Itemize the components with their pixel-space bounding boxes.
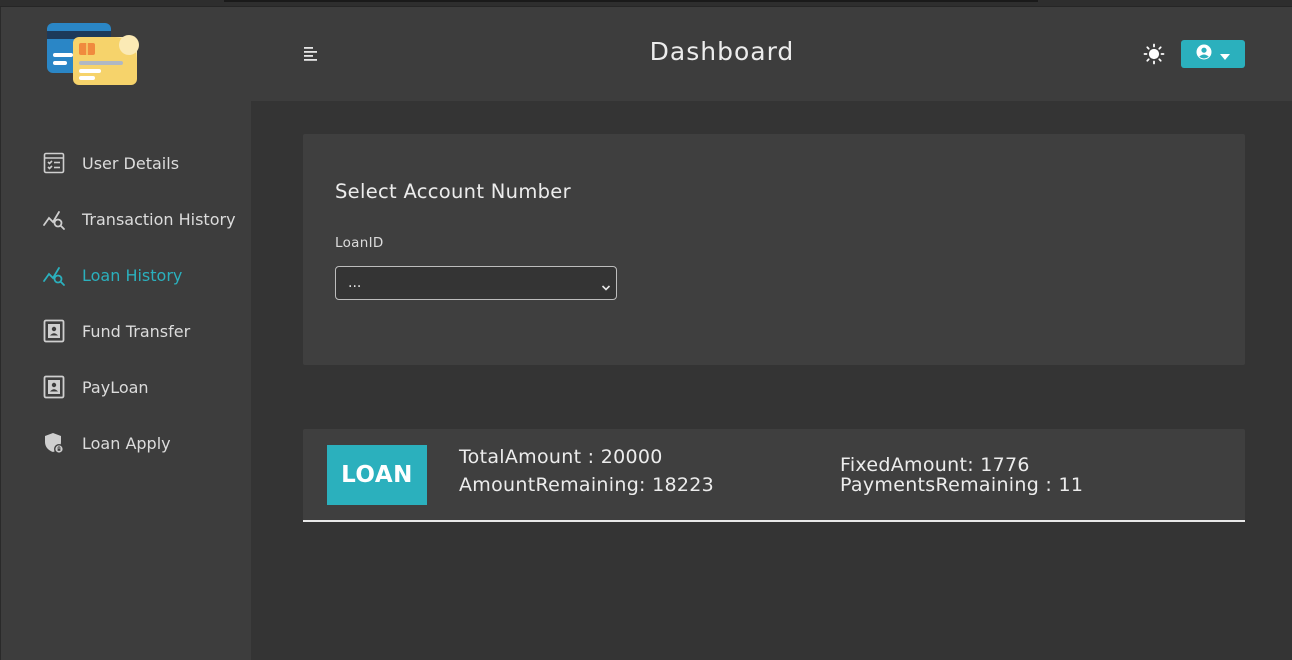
sidebar-item-transaction-history[interactable]: Transaction History — [1, 191, 252, 247]
loanid-label: LoanID — [335, 235, 384, 251]
fixed-amount: FixedAmount: 1776 — [840, 454, 1030, 476]
sidebar-item-loan-apply[interactable]: Loan Apply — [1, 415, 252, 471]
chevron-down-icon — [601, 278, 611, 297]
card-title: Select Account Number — [335, 180, 571, 203]
loanid-select[interactable]: ... — [335, 266, 617, 300]
page-title: Dashboard — [649, 37, 795, 66]
sidebar-item-payloan[interactable]: PayLoan — [1, 359, 252, 415]
top-header: Dashboard — [251, 7, 1292, 101]
sidebar-item-loan-history[interactable]: Loan History — [1, 247, 252, 303]
loan-badge: LOAN — [327, 445, 427, 505]
sidebar-item-fund-transfer[interactable]: Fund Transfer — [1, 303, 252, 359]
sidebar: User Details Transaction History Loan Hi… — [0, 7, 251, 660]
credit-cards-logo[interactable] — [45, 21, 139, 91]
contact-card-icon — [41, 318, 67, 344]
user-circle-icon — [1196, 44, 1212, 64]
shield-lock-icon — [41, 430, 67, 456]
chart-search-icon — [41, 262, 67, 288]
loan-summary-row: LOAN TotalAmount : 20000 AmountRemaining… — [303, 429, 1245, 522]
sidebar-nav: User Details Transaction History Loan Hi… — [1, 135, 252, 471]
sidebar-item-user-details[interactable]: User Details — [1, 135, 252, 191]
user-menu-button[interactable] — [1181, 40, 1245, 68]
sidebar-item-label: Loan Apply — [82, 433, 171, 453]
payments-remaining: PaymentsRemaining : 11 — [840, 474, 1084, 496]
sun-icon[interactable] — [1143, 43, 1165, 65]
caret-down-icon — [1220, 45, 1230, 64]
sidebar-item-label: User Details — [82, 153, 180, 173]
contact-card-icon — [41, 374, 67, 400]
user-details-icon — [41, 150, 67, 176]
sidebar-item-label: Fund Transfer — [82, 321, 191, 341]
top-strip-bar — [224, 0, 1038, 2]
amount-remaining: AmountRemaining: 18223 — [459, 474, 715, 496]
chart-search-icon — [41, 206, 67, 232]
select-account-card: Select Account Number LoanID ... — [303, 134, 1245, 365]
sidebar-item-label: Transaction History — [82, 209, 236, 229]
total-amount: TotalAmount : 20000 — [459, 446, 663, 468]
browser-top-strip — [0, 0, 1292, 7]
loanid-select-value: ... — [348, 275, 362, 291]
sidebar-item-label: Loan History — [82, 265, 183, 285]
sidebar-item-label: PayLoan — [82, 377, 149, 397]
